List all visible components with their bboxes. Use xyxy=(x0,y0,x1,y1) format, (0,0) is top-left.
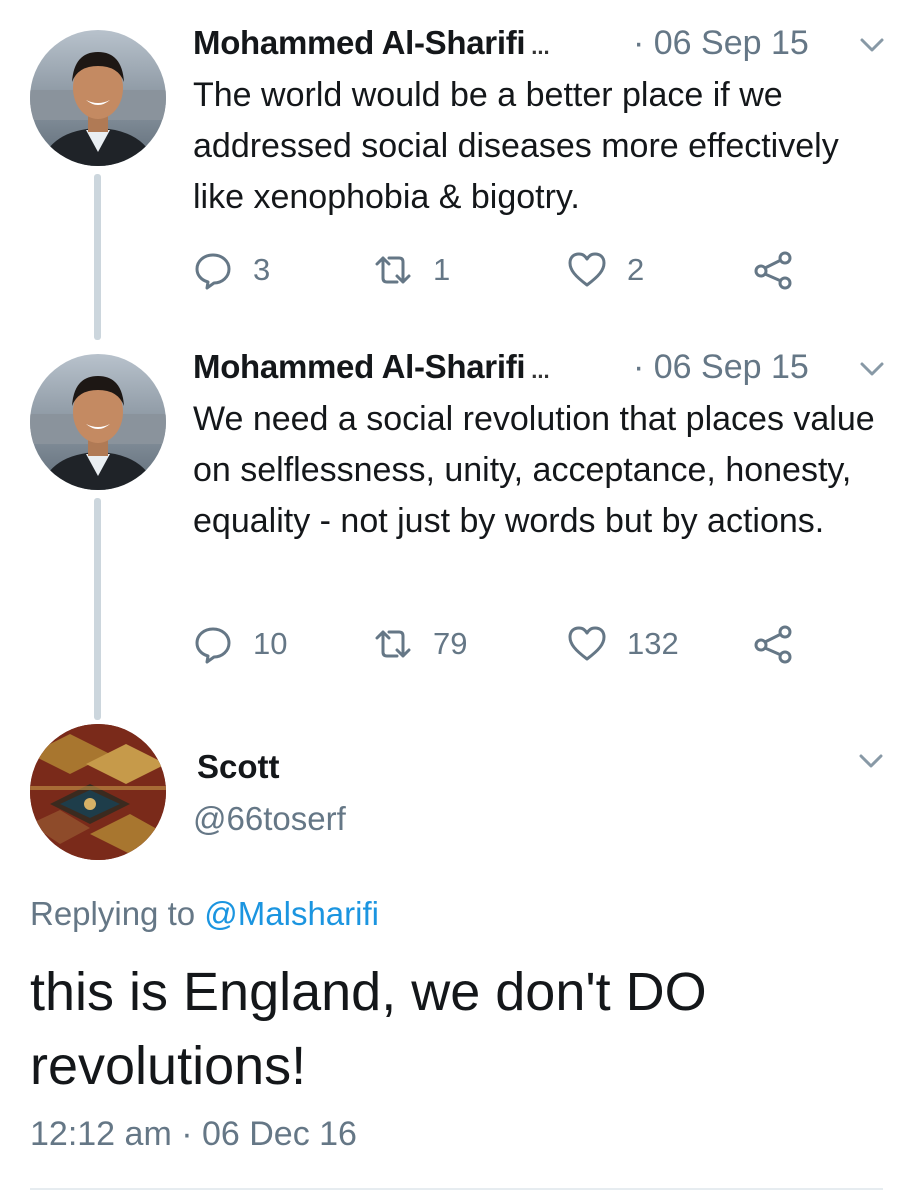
author-name[interactable]: Mohammed Al-Sharifi xyxy=(193,24,526,62)
retweet-count: 79 xyxy=(433,626,468,661)
tweet-header: Mohammed Al-Sharifi ... · 06 Sep 15 xyxy=(193,348,893,392)
reply-count: 3 xyxy=(253,252,271,287)
heart-icon xyxy=(568,252,606,287)
tweet-header: Mohammed Al-Sharifi ... · 06 Sep 15 xyxy=(193,24,893,68)
reply-button[interactable]: 3 xyxy=(193,246,270,294)
tweet-thread: Mohammed Al-Sharifi ... · 06 Sep 15 The … xyxy=(0,0,907,1200)
retweet-count: 1 xyxy=(433,252,451,287)
tweet-date[interactable]: · 06 Sep 15 xyxy=(633,348,809,387)
divider xyxy=(30,1188,883,1190)
tweet-text: We need a social revolution that places … xyxy=(193,400,875,540)
avatar[interactable] xyxy=(30,354,166,490)
mention-link[interactable]: @Malsharifi xyxy=(204,895,379,932)
avatar[interactable] xyxy=(30,724,166,860)
retweet-button[interactable]: 79 xyxy=(373,620,467,668)
chevron-down-icon[interactable] xyxy=(858,752,884,770)
tweet-actions: 3 1 2 xyxy=(193,246,813,294)
share-icon xyxy=(754,625,792,664)
like-count: 132 xyxy=(627,626,679,661)
reply-button[interactable]: 10 xyxy=(193,620,287,668)
share-button[interactable] xyxy=(753,620,793,668)
like-count: 2 xyxy=(627,252,645,287)
tweet-text: The world would be a better place if we … xyxy=(193,76,839,216)
heart-icon xyxy=(568,626,606,661)
share-button[interactable] xyxy=(753,246,793,294)
reply-text: this is England, we don't DO revolutions… xyxy=(30,962,707,1096)
retweet-button[interactable]: 1 xyxy=(373,246,450,294)
like-button[interactable]: 132 xyxy=(567,620,679,668)
reply-count: 10 xyxy=(253,626,288,661)
tweet-date[interactable]: · 06 Sep 15 xyxy=(633,24,809,63)
reply-icon xyxy=(195,253,231,290)
share-icon xyxy=(754,251,792,290)
thread-connector xyxy=(94,498,101,720)
avatar[interactable] xyxy=(30,30,166,166)
tweet-actions: 10 79 132 xyxy=(193,620,813,668)
author-name[interactable]: Scott xyxy=(197,748,280,786)
like-button[interactable]: 2 xyxy=(567,246,644,294)
name-ellipsis: ... xyxy=(531,34,550,59)
chevron-down-icon[interactable] xyxy=(859,360,885,378)
retweet-icon xyxy=(375,256,411,284)
author-name[interactable]: Mohammed Al-Sharifi xyxy=(193,348,526,386)
chevron-down-icon[interactable] xyxy=(859,36,885,54)
thread-connector xyxy=(94,174,101,340)
name-ellipsis: ... xyxy=(531,358,550,383)
author-handle[interactable]: @66toserf xyxy=(193,800,346,838)
retweet-icon xyxy=(375,630,411,658)
tweet-timestamp[interactable]: 12:12 am · 06 Dec 16 xyxy=(30,1115,357,1154)
replying-to-label: Replying to xyxy=(30,895,205,932)
reply-icon xyxy=(195,627,231,664)
replying-to: Replying to @Malsharifi xyxy=(30,895,379,933)
